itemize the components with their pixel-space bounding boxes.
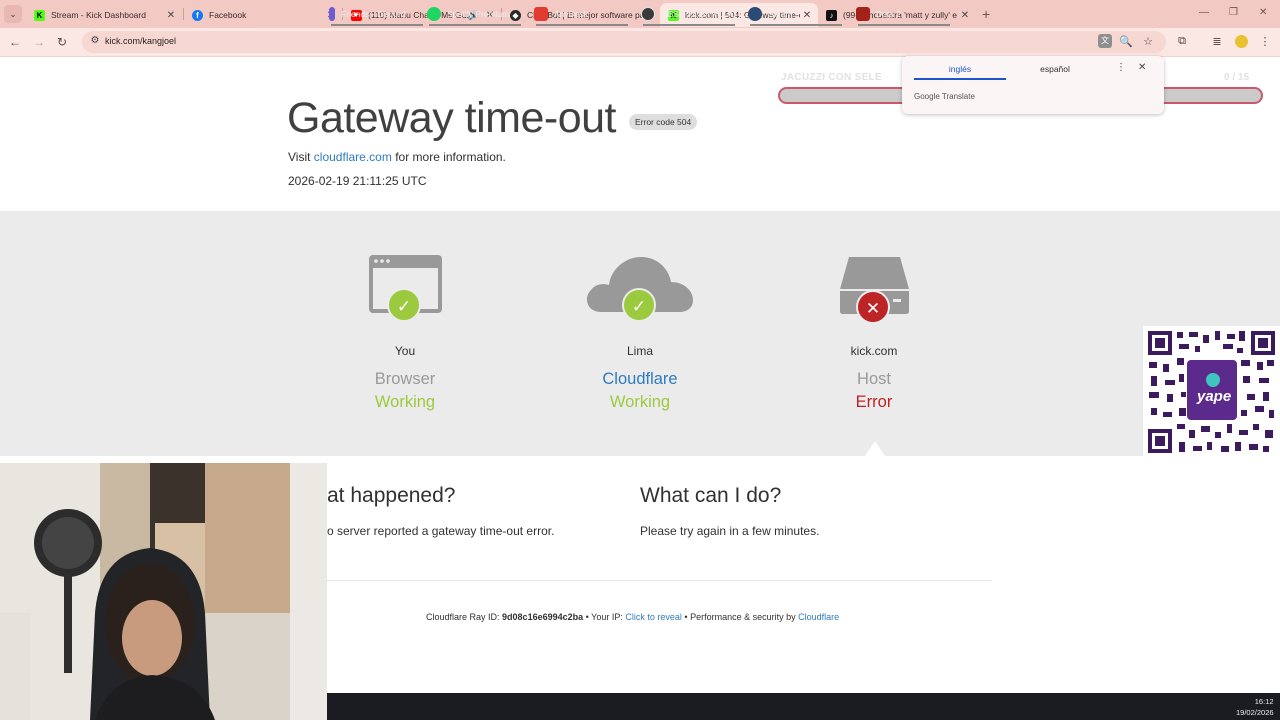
node-status: Working	[374, 393, 436, 411]
what-can-i-do-heading: What can I do?	[640, 484, 782, 507]
visit-line: Visit cloudflare.com for more informatio…	[288, 150, 506, 164]
node-status: Error	[855, 393, 893, 411]
node-name: kick.com	[850, 344, 898, 358]
zoom-icon[interactable]: 🔍	[1118, 35, 1134, 48]
node-name: You	[394, 344, 416, 358]
tiktok-icon: ♪	[826, 9, 837, 21]
cloudflare-node-link[interactable]: Cloudflare	[540, 370, 740, 389]
clock-time: 16:12	[1254, 697, 1274, 706]
address-bar[interactable]: ⚙ kick.com/kangjoel	[82, 31, 1166, 53]
spotify-icon	[427, 7, 441, 21]
media-controls-icon[interactable]: ≣	[1209, 35, 1225, 48]
node-kind: Host	[857, 370, 891, 388]
what-happened-text: o server reported a gateway time-out err…	[327, 524, 555, 538]
active-node-caret	[865, 441, 885, 456]
google-translate-brand: Google Translate	[914, 92, 975, 101]
bookmark-star-icon[interactable]: ☆	[1140, 35, 1156, 48]
node-status: Working	[609, 393, 671, 411]
minimize-icon[interactable]: —	[1199, 7, 1209, 18]
chatbot-icon: ◆	[510, 9, 521, 21]
menu-kebab-icon[interactable]: ⋮	[1257, 35, 1273, 48]
dota-icon	[856, 7, 870, 21]
discord-icon	[329, 7, 335, 21]
tab-title: Stream - Kick Dashboard	[51, 10, 146, 20]
tab-search-icon[interactable]: ⌄	[4, 5, 22, 23]
divider	[288, 580, 992, 581]
taskbar-app-discord[interactable]: Friends - Discord	[329, 7, 406, 21]
cloudflare-link[interactable]: cloudflare.com	[314, 150, 392, 164]
translate-tab-source[interactable]: inglés	[914, 64, 1006, 80]
qr-label: yape	[1197, 388, 1232, 405]
check-icon: ✓	[622, 288, 656, 322]
close-icon[interactable]: ✕	[958, 10, 972, 21]
tab-facebook[interactable]: f Facebook ✕	[184, 3, 342, 27]
close-icon[interactable]: ✕	[1138, 62, 1146, 73]
error-code-badge: Error code 504	[629, 114, 698, 130]
close-icon[interactable]: ✕	[800, 10, 814, 21]
taskbar	[327, 693, 1280, 720]
check-icon: ✓	[387, 288, 421, 322]
translate-popup: inglés español ⋮ ✕ Google Translate	[902, 56, 1164, 114]
overlay-ticker: JACUZZI CON SELE	[781, 72, 882, 83]
node-browser: You Browser Working	[305, 344, 505, 412]
more-options-icon[interactable]: ⋮	[1116, 62, 1126, 73]
window-close-icon[interactable]: ✕	[1259, 7, 1267, 18]
tab-kick-dashboard[interactable]: K Stream - Kick Dashboard ✕	[26, 3, 182, 27]
tab-strip: ⌄ K Stream - Kick Dashboard ✕ f Facebook…	[0, 0, 1280, 28]
translate-tab-target[interactable]: español	[1020, 64, 1090, 74]
active-app-indicator	[643, 24, 735, 26]
tab-title: Facebook	[209, 10, 247, 20]
taskbar-app-steam[interactable]: Steam	[748, 7, 793, 21]
browser-toolbar: ← → ↻ ⚙ kick.com/kangjoel 🔍 ☆ ⧉ ≣ ⋮	[0, 28, 1280, 57]
ray-id: 9d08c16e6994c2ba	[502, 612, 584, 622]
reveal-ip-link[interactable]: Click to reveal	[625, 612, 682, 622]
kick-icon: K	[34, 9, 45, 21]
url-text[interactable]: kick.com/kangjoel	[105, 36, 176, 46]
back-icon[interactable]: ←	[9, 35, 21, 49]
active-app-indicator	[536, 24, 628, 26]
restore-icon[interactable]: ❐	[1229, 7, 1238, 18]
webcam-overlay	[0, 463, 327, 720]
taskbar-app-obs[interactable]: OBS 30.0.2 (MODO ...	[641, 7, 746, 21]
active-app-indicator	[858, 24, 950, 26]
reload-icon[interactable]: ↻	[57, 35, 67, 49]
clock-date: 19/02/2026	[1236, 708, 1274, 717]
active-app-indicator	[750, 24, 842, 26]
error-timestamp: 2026-02-19 21:11:25 UTC	[288, 174, 427, 188]
facebook-icon: f	[192, 9, 203, 21]
forward-icon[interactable]: →	[33, 35, 45, 49]
node-kind: Browser	[374, 370, 436, 388]
node-host: kick.com Host Error	[774, 344, 974, 412]
site-info-icon[interactable]: ⚙	[88, 35, 102, 49]
error-x-icon: ✕	[856, 290, 890, 324]
anydesk-icon	[534, 7, 548, 21]
webcam-video	[0, 463, 327, 720]
taskbar-app-spotify[interactable]: Spotify Premium	[427, 7, 509, 21]
node-name: Lima	[626, 344, 653, 358]
active-app-indicator	[429, 24, 521, 26]
what-happened-heading: at happened?	[327, 484, 456, 507]
node-cloudflare: Lima Cloudflare Working	[540, 344, 740, 412]
error-title: Gateway time-out	[287, 94, 616, 142]
taskbar-app-anydesk[interactable]: AnyDesk	[534, 7, 588, 21]
translate-icon[interactable]: 文	[1098, 34, 1112, 48]
steam-icon	[748, 7, 762, 21]
extensions-icon[interactable]: ⧉	[1174, 35, 1190, 48]
profile-avatar[interactable]	[1235, 35, 1248, 48]
cloudflare-footer-link[interactable]: Cloudflare	[798, 612, 839, 622]
system-clock[interactable]: 16:12 19/02/2026	[1236, 696, 1274, 718]
what-can-i-do-text: Please try again in a few minutes.	[640, 524, 820, 538]
overlay-counter: 0 / 15	[1224, 72, 1250, 83]
status-band	[0, 211, 1280, 456]
active-app-indicator	[331, 24, 423, 26]
new-tab-button[interactable]: +	[982, 6, 990, 22]
obs-icon	[641, 7, 655, 21]
taskbar-app-dota[interactable]: Dota 2	[856, 7, 901, 21]
cloudflare-footer: Cloudflare Ray ID: 9d08c16e6994c2ba • Yo…	[426, 612, 840, 622]
close-icon[interactable]: ✕	[164, 10, 178, 21]
screen: ⌄ K Stream - Kick Dashboard ✕ f Facebook…	[0, 0, 1280, 720]
